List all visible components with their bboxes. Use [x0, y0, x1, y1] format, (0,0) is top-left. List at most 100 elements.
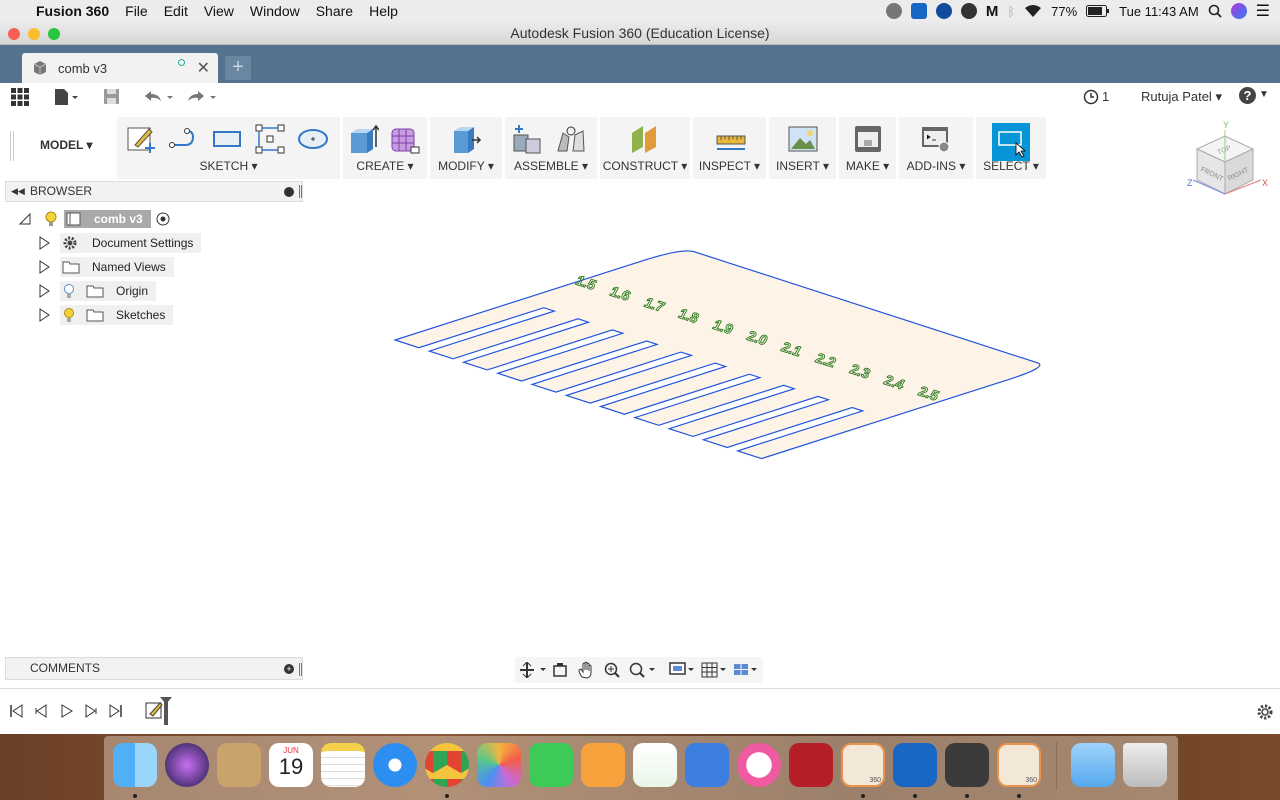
sublime-text-icon[interactable] [945, 743, 989, 787]
workspace-selector[interactable]: MODEL ▾ [40, 138, 93, 152]
collapse-triangle-icon[interactable] [18, 212, 32, 226]
go-to-end-icon[interactable] [109, 704, 123, 718]
step-forward-icon[interactable] [84, 704, 98, 718]
bluetooth-icon[interactable]: ᛒ [1007, 4, 1015, 19]
make-menu[interactable]: MAKE ▾ [839, 159, 896, 173]
orbit-icon[interactable] [519, 662, 547, 678]
inspect-menu[interactable]: INSPECT ▾ [693, 159, 766, 173]
bulb-on-icon[interactable] [62, 307, 76, 323]
point-array-icon[interactable] [254, 123, 286, 155]
malwarebytes-icon[interactable]: M [986, 3, 999, 20]
zoom-window-icon[interactable] [628, 661, 658, 679]
measure-icon[interactable] [715, 123, 747, 155]
comments-pin-icon[interactable] [299, 663, 302, 676]
go-to-start-icon[interactable] [9, 704, 23, 718]
trash-icon[interactable] [1123, 743, 1167, 787]
teamviewer-tray-icon[interactable] [910, 3, 927, 19]
file-menu-icon[interactable] [54, 88, 80, 106]
pages-icon[interactable] [581, 743, 625, 787]
itunes-icon[interactable] [737, 743, 781, 787]
menu-app-name[interactable]: Fusion 360 [28, 3, 117, 19]
modify-menu[interactable]: MODIFY ▾ [430, 159, 502, 173]
battery-icon[interactable] [1086, 5, 1110, 17]
notes-icon[interactable] [321, 743, 365, 787]
sketch-menu[interactable]: SKETCH ▾ [117, 159, 340, 173]
user-account-menu[interactable]: Rutuja Patel ▾ [1141, 89, 1222, 105]
menu-help[interactable]: Help [361, 3, 406, 19]
help-caret-icon[interactable]: ▼ [1259, 89, 1269, 100]
display-settings-icon[interactable] [669, 662, 695, 678]
menu-edit[interactable]: Edit [156, 3, 196, 19]
teamviewer-dock-icon[interactable] [893, 743, 937, 787]
add-comment-icon[interactable]: + [284, 664, 294, 674]
insert-menu[interactable]: INSERT ▾ [769, 159, 836, 173]
creative-cloud-icon[interactable] [885, 3, 902, 19]
step-back-icon[interactable] [34, 704, 48, 718]
chrome-icon[interactable] [425, 743, 469, 787]
canvas-viewport[interactable]: 1.51.61.71.81.92.02.12.22.32.42.5 [305, 181, 1280, 686]
pan-hand-icon[interactable] [578, 661, 594, 679]
comb-profile[interactable] [393, 250, 1041, 460]
assemble-menu[interactable]: ASSEMBLE ▾ [505, 159, 597, 173]
tree-item-named-views[interactable]: Named Views [38, 256, 174, 278]
wifi-icon[interactable] [1024, 4, 1042, 18]
zoom-icon[interactable] [603, 661, 621, 679]
create-sketch-icon[interactable] [125, 123, 157, 155]
finder-icon[interactable] [113, 743, 157, 787]
extrude-icon[interactable] [347, 123, 379, 155]
rectangle-tool-icon[interactable] [211, 123, 243, 155]
menu-file[interactable]: File [117, 3, 156, 19]
expand-triangle-icon[interactable] [38, 260, 50, 274]
spotlight-search-icon[interactable] [1208, 4, 1222, 18]
select-tool-button[interactable] [992, 123, 1030, 161]
activate-radio-icon[interactable] [156, 212, 170, 226]
redo-icon[interactable] [186, 89, 220, 105]
help-icon[interactable]: ? [1239, 87, 1256, 104]
job-count[interactable]: 1 [1102, 89, 1109, 104]
play-icon[interactable] [60, 704, 74, 718]
keynote-icon[interactable] [685, 743, 729, 787]
root-component[interactable]: comb v3 [64, 210, 151, 228]
job-status-clock-icon[interactable] [1083, 89, 1099, 105]
viewports-icon[interactable] [733, 662, 759, 678]
select-menu[interactable]: SELECT ▾ [976, 159, 1046, 173]
bulb-off-icon[interactable] [62, 283, 76, 299]
calendar-icon[interactable]: JUN 19 [269, 743, 313, 787]
siri-icon[interactable] [1230, 3, 1247, 19]
tree-item-origin[interactable]: Origin [38, 280, 157, 302]
grid-settings-icon[interactable] [701, 662, 727, 678]
fusion360-dock-icon[interactable]: 360 [841, 743, 885, 787]
data-panel-grid-icon[interactable] [11, 88, 29, 106]
close-tab-icon[interactable]: ✕ [197, 58, 210, 78]
press-pull-icon[interactable] [450, 123, 482, 155]
line-tool-icon[interactable] [167, 123, 199, 155]
autocad-icon[interactable] [789, 743, 833, 787]
numbers-icon[interactable] [633, 743, 677, 787]
addins-menu[interactable]: ADD-INS ▾ [899, 159, 973, 173]
3d-print-icon[interactable] [852, 123, 884, 155]
visibility-bulb-icon[interactable] [44, 211, 58, 227]
joint-icon[interactable] [555, 123, 587, 155]
clock[interactable]: Tue 11:43 AM [1119, 4, 1199, 19]
safari-icon[interactable] [373, 743, 417, 787]
tree-root-row[interactable]: comb v3 [18, 208, 170, 230]
browser-pin-icon[interactable] [299, 185, 302, 198]
siri-dock-icon[interactable] [165, 743, 209, 787]
ellipse-tool-icon[interactable] [297, 123, 329, 155]
tree-item-document-settings[interactable]: Document Settings [38, 232, 202, 254]
timeline-settings-gear-icon[interactable] [1256, 703, 1274, 721]
expand-triangle-icon[interactable] [38, 236, 50, 250]
new-tab-button[interactable]: + [225, 56, 251, 80]
close-window-button[interactable] [8, 28, 20, 40]
tree-item-sketches[interactable]: Sketches [38, 304, 174, 326]
browser-minimize-icon[interactable] [284, 187, 294, 197]
save-icon[interactable] [103, 88, 120, 105]
menu-window[interactable]: Window [242, 3, 308, 19]
eagle-app-icon[interactable] [217, 743, 261, 787]
create-menu[interactable]: CREATE ▾ [343, 159, 427, 173]
look-at-icon[interactable] [552, 662, 568, 678]
sync-tray-icon[interactable] [960, 3, 977, 19]
menu-share[interactable]: Share [308, 3, 361, 19]
expand-triangle-icon[interactable] [38, 308, 50, 322]
photos-icon[interactable] [477, 743, 521, 787]
